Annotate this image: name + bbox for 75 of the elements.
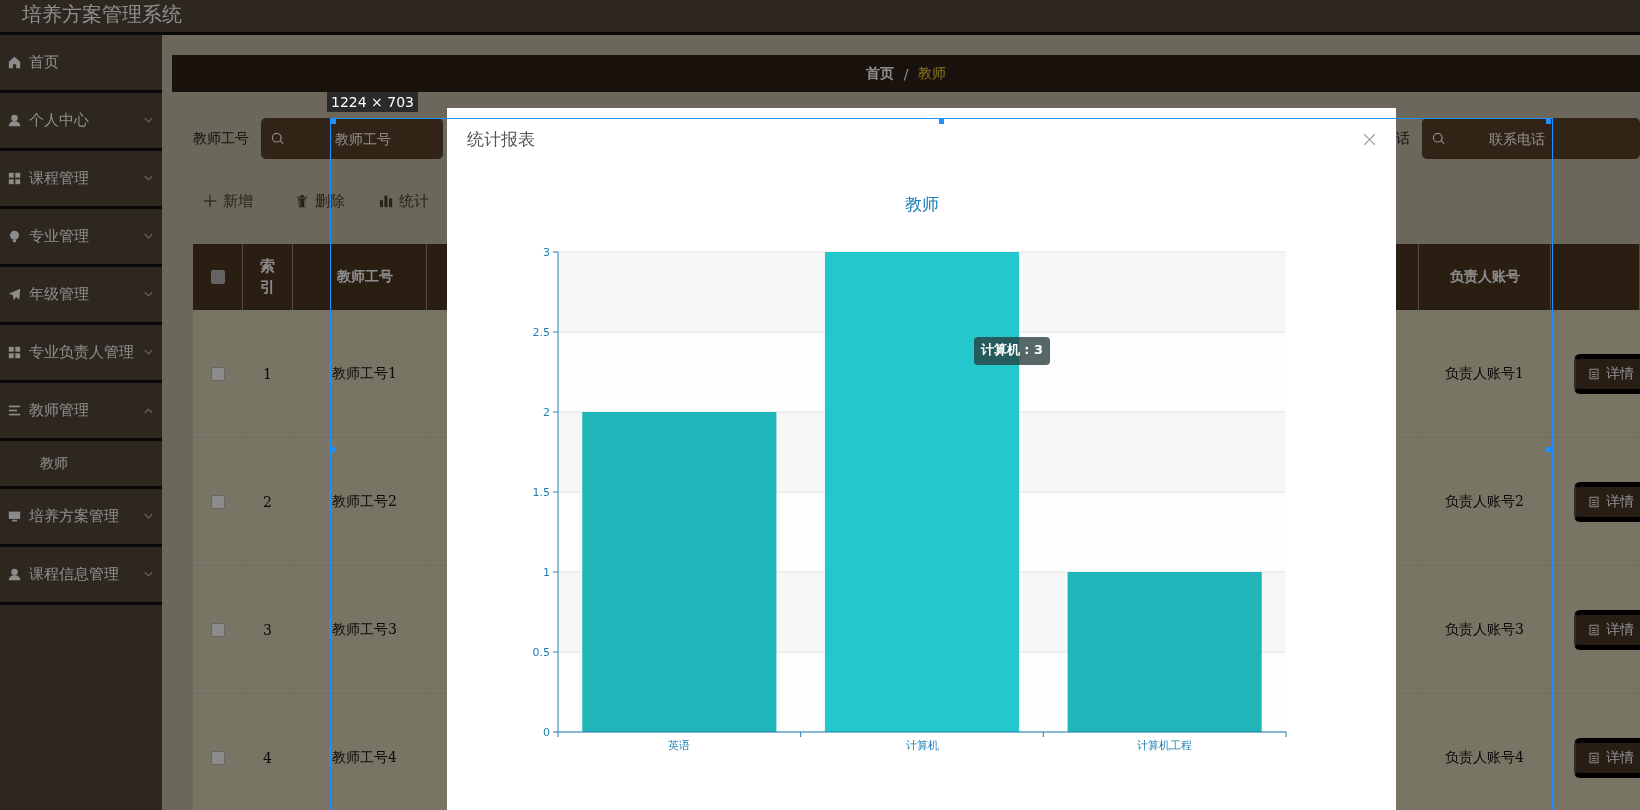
search-input[interactable]: 联系电话 bbox=[1453, 118, 1630, 159]
search-icon bbox=[271, 132, 284, 145]
search-input[interactable]: 教师工号 bbox=[292, 118, 433, 159]
paper-plane-icon bbox=[8, 288, 21, 301]
close-button[interactable] bbox=[1363, 132, 1376, 146]
document-icon bbox=[1588, 367, 1600, 380]
column-header: 教师工号 bbox=[336, 268, 393, 286]
bulb-icon bbox=[8, 230, 21, 243]
x-tick-label: 计算机工程 bbox=[1137, 739, 1193, 752]
document-icon bbox=[1588, 751, 1600, 764]
search-label: 教师工号 bbox=[193, 129, 249, 148]
bar-chart-icon bbox=[379, 194, 393, 208]
close-icon bbox=[1363, 132, 1376, 146]
chart-title: 教师 bbox=[905, 194, 939, 214]
table-cell: 负责人账号4 bbox=[1445, 748, 1524, 767]
list-icon bbox=[8, 404, 21, 417]
y-tick-label: 0.5 bbox=[532, 646, 550, 659]
table-cell: 教师工号1 bbox=[332, 364, 397, 383]
breadcrumb-link[interactable]: 教师 bbox=[918, 64, 947, 83]
y-tick-label: 1.5 bbox=[532, 486, 550, 499]
y-tick-label: 1 bbox=[543, 566, 550, 579]
modal-title: 统计报表 bbox=[467, 127, 535, 151]
user-icon bbox=[8, 114, 21, 127]
row-checkbox[interactable] bbox=[210, 622, 225, 637]
table-cell: 2 bbox=[263, 493, 272, 510]
table-cell: 负责人账号3 bbox=[1445, 620, 1524, 639]
column-header: 负责人账号 bbox=[1449, 268, 1520, 286]
breadcrumb-link[interactable]: 首页 bbox=[865, 64, 894, 83]
toolbar-button[interactable]: 删除 bbox=[295, 191, 345, 211]
document-icon bbox=[1588, 495, 1600, 508]
details-button[interactable]: 详情 bbox=[1574, 737, 1640, 778]
row-checkbox[interactable] bbox=[210, 494, 225, 509]
chart-tooltip: 计算机 : 3 bbox=[974, 337, 1050, 365]
breadcrumb-separator: / bbox=[903, 65, 909, 82]
x-tick-label: 英语 bbox=[668, 739, 691, 752]
table-cell: 负责人账号2 bbox=[1445, 492, 1524, 511]
annotation: 计算机 : 3 bbox=[979, 342, 1044, 357]
search-field[interactable]: 联系电话 bbox=[1422, 118, 1640, 159]
table-cell: 4 bbox=[263, 749, 272, 766]
select-all-checkbox[interactable] bbox=[210, 270, 225, 284]
home-icon bbox=[8, 56, 21, 69]
plus-icon bbox=[203, 194, 217, 208]
app-title: 培养方案管理系统 bbox=[22, 2, 182, 26]
table-cell: 教师工号4 bbox=[332, 748, 397, 767]
document-icon bbox=[1588, 623, 1600, 636]
toolbar-button[interactable]: 新增 bbox=[203, 191, 253, 211]
search-icon bbox=[1432, 132, 1445, 145]
table-cell: 负责人账号1 bbox=[1445, 364, 1524, 383]
y-tick-label: 3 bbox=[543, 246, 550, 259]
table-cell: 教师工号3 bbox=[332, 620, 397, 639]
details-button[interactable]: 详情 bbox=[1574, 609, 1640, 650]
row-checkbox[interactable] bbox=[210, 366, 225, 381]
user-icon bbox=[8, 568, 21, 581]
grid-icon bbox=[8, 346, 21, 359]
table-cell: 1 bbox=[263, 365, 272, 382]
table-cell: 3 bbox=[263, 621, 272, 638]
details-button[interactable]: 详情 bbox=[1574, 481, 1640, 522]
trash-icon bbox=[295, 194, 309, 208]
y-tick-label: 0 bbox=[543, 726, 550, 739]
selection-size-label: 1224 × 703 bbox=[327, 92, 418, 112]
search-label: 话 bbox=[1396, 129, 1410, 148]
chart-bar[interactable] bbox=[582, 412, 777, 732]
y-tick-label: 2 bbox=[543, 406, 550, 419]
chart-bar[interactable] bbox=[1067, 572, 1262, 732]
table-cell: 教师工号2 bbox=[332, 492, 397, 511]
chart-bar[interactable] bbox=[824, 252, 1020, 732]
toolbar-button[interactable]: 统计 bbox=[379, 191, 429, 211]
monitor-icon bbox=[8, 510, 21, 523]
x-tick-label: 计算机 bbox=[905, 739, 939, 752]
row-checkbox[interactable] bbox=[210, 750, 225, 765]
details-button[interactable]: 详情 bbox=[1574, 353, 1640, 394]
search-field[interactable]: 教师工号 bbox=[261, 118, 443, 159]
column-header: 索引 bbox=[260, 256, 275, 298]
y-tick-label: 2.5 bbox=[532, 326, 550, 339]
grid-icon bbox=[8, 172, 21, 185]
